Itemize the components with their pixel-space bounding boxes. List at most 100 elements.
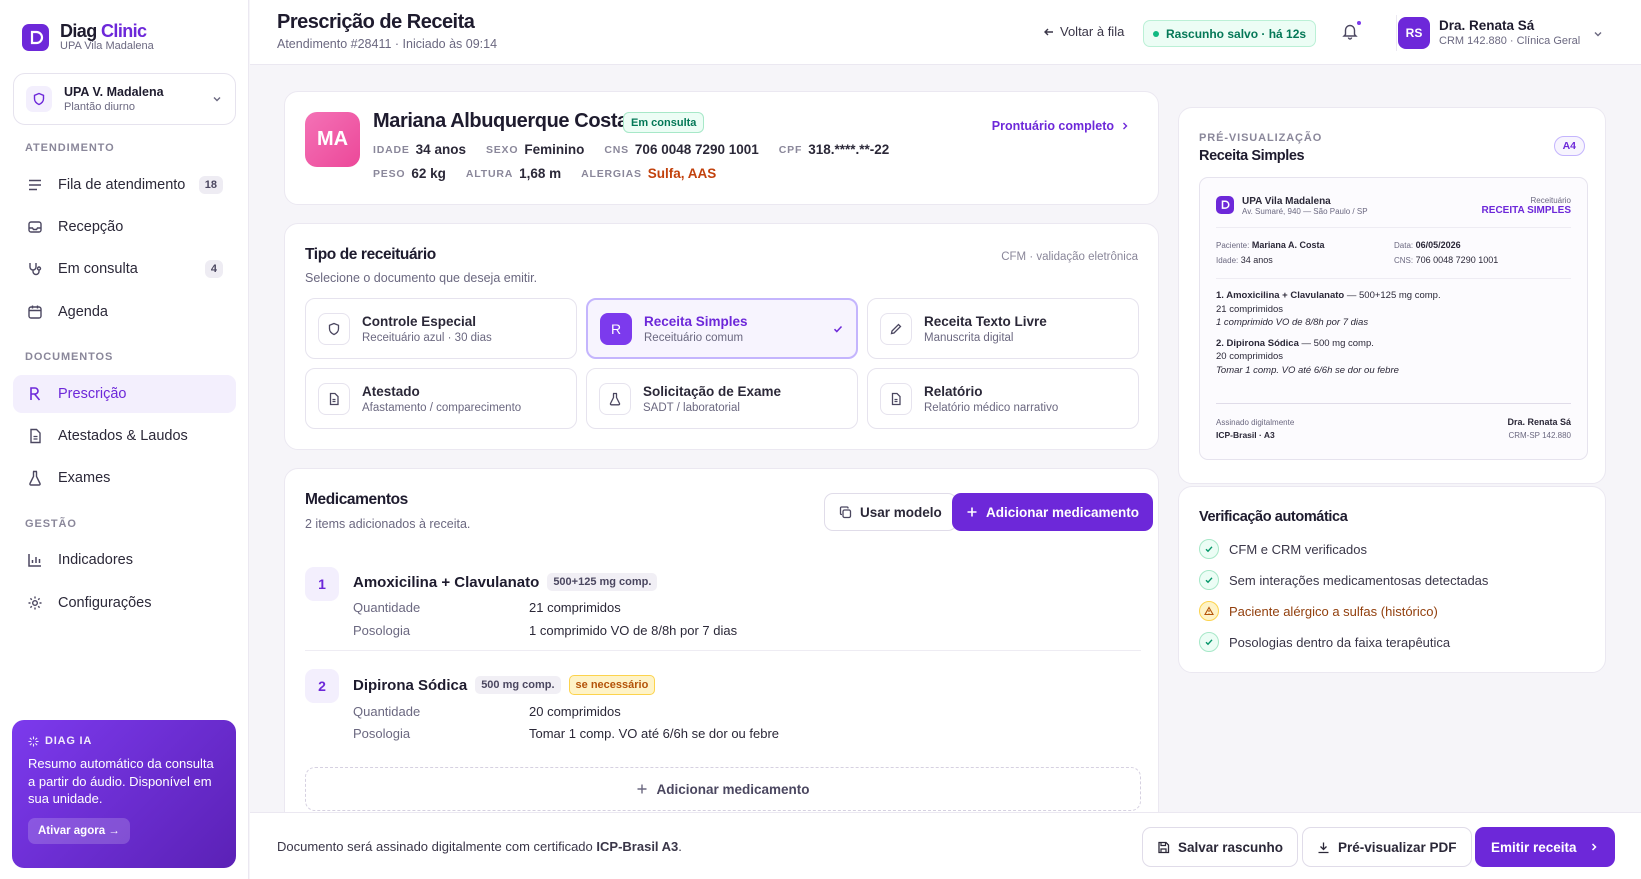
sidebar-item-label: Agenda	[58, 304, 108, 320]
signature-note-end: .	[678, 839, 682, 854]
sidebar-item-fila[interactable]: Fila de atendimento 18	[13, 166, 236, 204]
use-template-button[interactable]: Usar modelo	[824, 493, 957, 531]
doc-option-texto-livre[interactable]: Receita Texto Livre Manuscrita digital	[867, 298, 1139, 359]
activate-ai-button[interactable]: Ativar agora →	[28, 817, 130, 844]
full-record-label: Prontuário completo	[991, 119, 1114, 133]
document-type-card: Tipo de receituário Selecione o document…	[284, 223, 1159, 450]
sidebar-item-label: Atestados & Laudos	[58, 428, 188, 444]
field-label-sexo: SEXO	[485, 143, 519, 156]
header-divider	[1396, 15, 1397, 51]
brand-logo[interactable]: Diag Clinic UPA Vila Madalena	[22, 22, 154, 53]
doc-option-desc: Receituário comum	[644, 331, 744, 344]
unit-selector[interactable]: UPA V. Madalena Plantão diurno	[13, 73, 236, 125]
inbox-icon	[26, 218, 44, 236]
flask-icon	[26, 469, 44, 487]
paper-item-qty: 21 comprimidos	[1216, 303, 1284, 315]
doc-option-controle-especial[interactable]: Controle Especial Receituário azul · 30 d…	[305, 298, 577, 359]
medication-number: 1	[305, 567, 339, 601]
sidebar-item-indicadores[interactable]: Indicadores	[13, 541, 236, 579]
verification-text: Posologias dentro da faixa terapêutica	[1229, 634, 1451, 650]
doc-option-desc: SADT / laboratorial	[643, 401, 740, 414]
paper-doctor: Dra. Renata Sá	[1507, 417, 1571, 427]
add-medication-button[interactable]: Adicionar medicamento	[952, 493, 1154, 531]
sidebar-item-em-consulta[interactable]: Em consulta 4	[13, 250, 236, 288]
avatar[interactable]: RS	[1398, 17, 1430, 49]
ai-tag: DIAG IA	[28, 735, 220, 747]
divider	[1216, 403, 1571, 404]
dose-tag: 500+125 mg comp.	[547, 573, 658, 591]
section-title: Medicamentos	[305, 491, 408, 508]
footer-action-bar: Documento será assinado digitalmente com…	[250, 812, 1641, 879]
verification-text: Paciente alérgico a sulfas (histórico)	[1229, 603, 1438, 619]
user-name[interactable]: Dra. Renata Sá	[1439, 18, 1534, 33]
rx-icon	[26, 385, 44, 403]
posology-value: Tomar 1 comp. VO até 6/6h se dor ou febr…	[529, 726, 780, 741]
full-record-link[interactable]: Prontuário completo	[992, 119, 1130, 133]
sidebar-item-prescricao[interactable]: Prescrição	[13, 375, 236, 413]
medication-item[interactable]: 2 Dipirona Sódica 500 mg comp. se necess…	[305, 669, 1141, 759]
verification-item-warning: Paciente alérgico a sulfas (histórico)	[1199, 601, 1438, 621]
field-label-cpf: CPF	[778, 143, 803, 156]
emit-prescription-button[interactable]: Emitir receita	[1475, 827, 1615, 867]
unit-name: UPA V. Madalena	[64, 85, 164, 99]
notification-dot-icon	[1356, 20, 1362, 26]
doc-option-receita-simples[interactable]: R Receita Simples Receituário comum	[586, 298, 858, 359]
dose-tag: 500 mg comp.	[475, 676, 561, 694]
sidebar-item-atestados[interactable]: Atestados & Laudos	[13, 417, 236, 455]
sidebar-item-configuracoes[interactable]: Configurações	[13, 584, 236, 622]
plus-icon	[636, 783, 648, 795]
paper-size-badge[interactable]: A4	[1553, 136, 1585, 156]
add-medication-dashed-button[interactable]: Adicionar medicamento	[305, 767, 1141, 811]
sidebar-item-recepcao[interactable]: Recepção	[13, 208, 236, 246]
field-label-cns: CNS	[604, 143, 629, 156]
copy-icon	[839, 505, 852, 519]
doc-option-name: Controle Especial	[362, 313, 477, 329]
brand-subtitle: UPA Vila Madalena	[60, 40, 154, 52]
posology-label: Posologia	[353, 726, 411, 741]
save-draft-label: Salvar rascunho	[1178, 839, 1284, 855]
preview-pdf-button[interactable]: Pré-visualizar PDF	[1302, 827, 1472, 867]
paper-patient-value: Mariana A. Costa	[1251, 240, 1325, 250]
verification-item: Posologias dentro da faixa terapêutica	[1199, 632, 1450, 652]
paper-date-label: Data:	[1394, 241, 1414, 250]
paper-item-pos: Tomar 1 comp. VO até 6/6h se dor ou febr…	[1216, 364, 1399, 376]
paper-date-value: 06/05/2026	[1415, 240, 1461, 250]
field-value-altura: 1,68 m	[519, 166, 562, 181]
document-icon	[318, 382, 350, 415]
preview-label: PRÉ-VISUALIZAÇÃO	[1199, 132, 1323, 144]
sidebar-item-label: Prescrição	[58, 386, 127, 402]
medication-item[interactable]: 1 Amoxicilina + Clavulanato 500+125 mg c…	[305, 567, 1141, 657]
save-draft-button[interactable]: Salvar rascunho	[1142, 827, 1299, 867]
quantity-row: Quantidade 21 comprimidos	[353, 600, 621, 615]
check-circle-icon	[1199, 632, 1219, 652]
page-title: Prescrição de Receita	[277, 11, 475, 33]
paper-cns-label: CNS:	[1394, 256, 1414, 265]
paper-item-qty: 20 comprimidos	[1216, 351, 1284, 362]
posology-row: Posologia 1 comprimido VO de 8/8h por 7 d…	[353, 623, 737, 638]
doc-option-atestado[interactable]: Atestado Afastamento / comparecimento	[305, 368, 577, 429]
chevron-down-icon[interactable]	[1592, 28, 1604, 40]
unit-shift: Plantão diurno	[64, 101, 135, 113]
sidebar-item-agenda[interactable]: Agenda	[13, 293, 236, 331]
doc-option-name: Solicitação de Exame	[643, 383, 782, 399]
signature-cert: ICP-Brasil A3	[596, 839, 679, 854]
logo-mark-icon	[22, 24, 49, 51]
shield-icon	[318, 312, 350, 345]
patient-avatar: MA	[305, 112, 360, 167]
paper-item-head: 1. Amoxicilina + Clavulanato	[1216, 290, 1345, 301]
paper-age-label: Idade:	[1216, 256, 1239, 265]
divider	[305, 650, 1141, 651]
back-to-queue-link[interactable]: Voltar à fila	[1043, 24, 1124, 39]
doc-option-desc: Afastamento / comparecimento	[362, 401, 522, 414]
prescription-paper-preview: UPA Vila Madalena Av. Sumaré, 940 — São …	[1199, 177, 1588, 460]
paper-item: 1. Amoxicilina + Clavulanato — 500+125 m…	[1216, 289, 1571, 330]
doc-option-relatorio[interactable]: Relatório Relatório médico narrativo	[867, 368, 1139, 429]
paper-patient-info: Paciente: Mariana A. Costa Idade: 34 ano…	[1216, 238, 1571, 268]
stethoscope-icon	[26, 260, 44, 278]
doc-option-exame[interactable]: Solicitação de Exame SADT / laboratorial	[586, 368, 858, 429]
medication-name: Dipirona Sódica	[353, 676, 468, 694]
sidebar-item-exames[interactable]: Exames	[13, 459, 236, 497]
medication-name: Amoxicilina + Clavulanato	[353, 573, 540, 591]
paper-address: Av. Sumaré, 940 — São Paulo / SP	[1242, 207, 1368, 216]
emit-prescription-label: Emitir receita	[1491, 839, 1577, 855]
